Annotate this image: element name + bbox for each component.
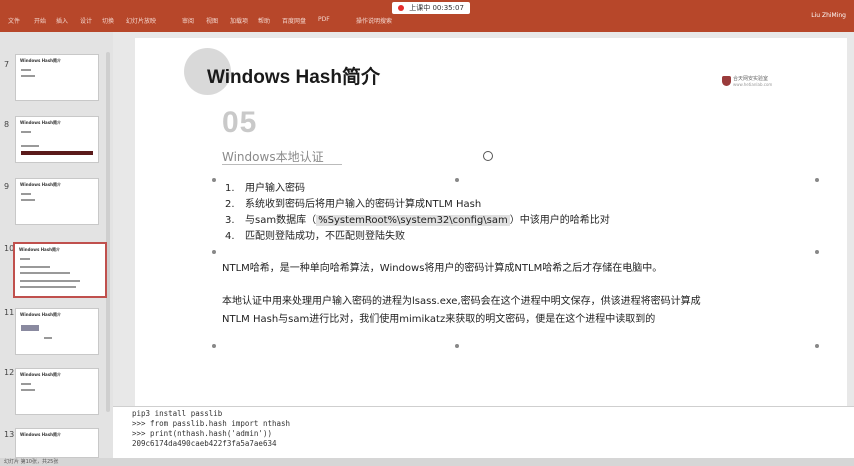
sam-path-highlight: %SystemRoot%\system32\config\sam (316, 215, 510, 226)
thumb-num: 13 (4, 430, 15, 439)
resize-handle[interactable] (815, 178, 819, 182)
thumb-line (21, 389, 35, 391)
thumb-line (44, 337, 52, 339)
auth-steps-list[interactable]: 1. 用户输入密码 2. 系统收到密码后将用户输入的密码计算成NTLM Hash 3… (225, 181, 610, 245)
tab-home[interactable]: 开始 (34, 16, 46, 25)
user-name[interactable]: Liu ZhiMing (811, 12, 846, 19)
thumb-line (20, 280, 80, 282)
thumb-line (20, 286, 76, 288)
tab-slideshow[interactable]: 幻灯片放映 (126, 16, 156, 25)
section-number[interactable]: 05 (222, 106, 257, 140)
tab-file[interactable]: 文件 (8, 16, 20, 25)
thumb-line (21, 69, 31, 71)
list-item: 1. 用户输入密码 (225, 181, 610, 197)
list-number: 1. (225, 183, 235, 194)
tab-addins[interactable]: 加载项 (230, 16, 248, 25)
mouse-cursor-icon (483, 151, 493, 161)
recording-time: 上课中 00:35:07 (409, 4, 464, 12)
list-number: 2. (225, 199, 235, 210)
list-number: 3. (225, 215, 235, 226)
lsass-paragraph-line1[interactable]: 本地认证中用来处理用户输入密码的进程为lsass.exe,密码会在这个进程中明文… (222, 293, 701, 310)
list-text: 系统收到密码后将用户输入的密码计算成NTLM Hash (245, 199, 482, 210)
resize-handle[interactable] (815, 344, 819, 348)
slide-counter: 幻灯片 第10张，共25张 (4, 459, 59, 465)
tab-help[interactable]: 帮助 (258, 16, 270, 25)
status-bar: 幻灯片 第10张，共25张 (0, 458, 854, 466)
shield-icon (722, 76, 731, 86)
thumb-line (21, 199, 35, 201)
thumb-title: Windows Hash简介 (20, 120, 61, 125)
thumb-title: Windows Hash简介 (20, 58, 61, 63)
slide-10[interactable]: Windows Hash简介 合天网安实验室 www.hetianlab.com… (135, 38, 847, 438)
thumb-line (21, 75, 35, 77)
list-text: 匹配则登陆成功，不匹配则登陆失败 (245, 231, 405, 242)
thumb-num: 8 (4, 120, 10, 129)
thumb-line (21, 145, 39, 147)
resize-handle[interactable] (212, 250, 216, 254)
thumb-title: Windows Hash简介 (20, 182, 61, 187)
thumb-line (21, 383, 31, 385)
tab-view[interactable]: 视图 (206, 16, 218, 25)
tab-pdf[interactable]: PDF (318, 16, 330, 23)
thumb-line (21, 131, 31, 133)
notes-line: 209c6174da490caeb422f3fa5a7ae634 (132, 439, 277, 448)
thumb-image (21, 325, 39, 331)
record-dot-icon (398, 5, 404, 11)
notes-line: pip3 install passlib (132, 409, 223, 418)
ntlm-paragraph[interactable]: NTLM哈希，是一种单向哈希算法，Windows将用户的密码计算成NTLM哈希之… (222, 260, 662, 277)
notes-line: >>> print(nthash.hash('admin')) (132, 429, 272, 438)
thumb-line (20, 266, 50, 268)
resize-handle[interactable] (455, 344, 459, 348)
recording-indicator[interactable]: 上课中 00:35:07 (392, 2, 470, 14)
tab-transitions[interactable]: 切换 (102, 16, 114, 25)
thumbnails-scrollbar[interactable] (106, 52, 110, 412)
thumb-title: Windows Hash简介 (19, 247, 60, 252)
thumbnail-slide-11[interactable]: Windows Hash简介 (15, 308, 99, 355)
thumbnail-slide-13[interactable]: Windows Hash简介 (15, 428, 99, 458)
thumbnail-slide-8[interactable]: Windows Hash简介 (15, 116, 99, 163)
tab-review[interactable]: 审阅 (182, 16, 194, 25)
thumbnail-slide-9[interactable]: Windows Hash简介 (15, 178, 99, 225)
thumb-line (20, 258, 30, 260)
resize-handle[interactable] (212, 344, 216, 348)
list-item: 4. 匹配则登陆成功，不匹配则登陆失败 (225, 229, 610, 245)
notes-line: >>> from passlib.hash import nthash (132, 419, 291, 428)
tell-me-search[interactable]: 操作说明搜索 (356, 16, 392, 25)
thumbnail-slide-7[interactable]: Windows Hash简介 (15, 54, 99, 101)
tab-insert[interactable]: 插入 (56, 16, 68, 25)
slide-title[interactable]: Windows Hash简介 (207, 62, 380, 89)
thumbnail-slide-10[interactable]: Windows Hash简介 (13, 242, 107, 298)
tab-design[interactable]: 设计 (80, 16, 92, 25)
list-text: 用户输入密码 (245, 183, 305, 194)
logo-text: 合天网安实验室 (733, 76, 769, 82)
hetian-logo: 合天网安实验室 www.hetianlab.com (722, 72, 772, 92)
thumb-line (20, 272, 70, 274)
list-text: 与sam数据库（ (245, 215, 317, 226)
resize-handle[interactable] (212, 178, 216, 182)
tab-baidu[interactable]: 百度网盘 (282, 16, 306, 25)
list-item: 3. 与sam数据库（ %SystemRoot%\system32\config\s… (225, 213, 610, 229)
thumb-line (21, 193, 31, 195)
section-underline (222, 164, 342, 165)
section-subtitle[interactable]: Windows本地认证 (222, 148, 324, 165)
thumb-num: 9 (4, 182, 10, 191)
list-item: 2. 系统收到密码后将用户输入的密码计算成NTLM Hash (225, 197, 610, 213)
thumb-title: Windows Hash简介 (20, 312, 61, 317)
slide-thumbnails-pane[interactable]: 7 Windows Hash简介 8 Windows Hash简介 9 Wind… (0, 32, 113, 466)
logo-subtext: www.hetianlab.com (733, 82, 773, 87)
lsass-paragraph-line2[interactable]: NTLM Hash与sam进行比对，我们使用mimikatz来获取的明文密码，便… (222, 311, 655, 328)
list-number: 4. (225, 231, 235, 242)
thumb-code-bar (21, 151, 93, 155)
thumbnail-slide-12[interactable]: Windows Hash简介 (15, 368, 99, 415)
thumb-title: Windows Hash简介 (20, 372, 61, 377)
thumb-num: 12 (4, 368, 15, 377)
thumb-num: 7 (4, 60, 10, 69)
list-text: ）中该用户的哈希比对 (509, 215, 610, 226)
thumb-num: 11 (4, 308, 15, 317)
thumb-title: Windows Hash简介 (20, 432, 61, 437)
resize-handle[interactable] (815, 250, 819, 254)
notes-pane[interactable]: pip3 install passlib >>> from passlib.ha… (113, 406, 854, 458)
